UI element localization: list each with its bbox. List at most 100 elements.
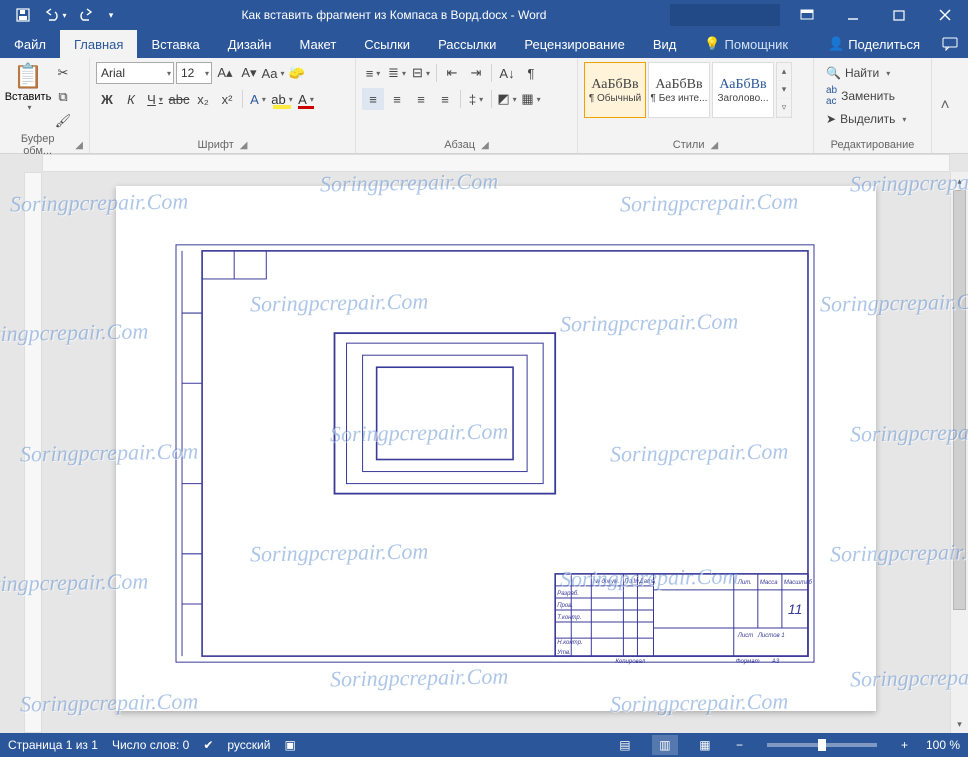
tab-insert[interactable]: Вставка bbox=[137, 30, 213, 58]
share-button[interactable]: 👤 Поделиться bbox=[816, 30, 932, 58]
subscript-button[interactable]: x₂ bbox=[192, 88, 214, 110]
shrink-font-button[interactable]: A▾ bbox=[238, 62, 260, 84]
style-scroll-down[interactable]: ▾ bbox=[777, 81, 791, 99]
font-name-combo[interactable]: Arial▾ bbox=[96, 62, 174, 84]
close-button[interactable] bbox=[922, 0, 968, 30]
zoom-in-button[interactable]: + bbox=[897, 738, 912, 752]
svg-text:Подп.: Подп. bbox=[624, 579, 640, 585]
svg-text:Лит.: Лит. bbox=[737, 580, 752, 586]
superscript-button[interactable]: x² bbox=[216, 88, 238, 110]
style-normal[interactable]: АаБбВв ¶ Обычный bbox=[584, 62, 646, 118]
copy-button[interactable]: ⧉ bbox=[52, 86, 74, 108]
web-layout-button[interactable]: ▦ bbox=[692, 735, 718, 755]
font-color-button[interactable]: А▾ bbox=[295, 88, 317, 110]
tell-me-input[interactable]: 💡 Помощник bbox=[690, 30, 802, 58]
shading-button[interactable]: ◩▾ bbox=[496, 88, 518, 110]
clipboard-dialog-launcher[interactable]: ◢ bbox=[75, 140, 83, 151]
svg-text:Масштаб: Масштаб bbox=[784, 580, 813, 586]
paste-button[interactable]: 📋 Вставить ▾ bbox=[6, 62, 50, 112]
tab-view[interactable]: Вид bbox=[639, 30, 691, 58]
text-effects-button[interactable]: A▾ bbox=[247, 88, 269, 110]
account-badge[interactable] bbox=[670, 4, 780, 26]
styles-dialog-launcher[interactable]: ◢ bbox=[711, 140, 719, 151]
editing-group-label: Редактирование bbox=[831, 139, 915, 151]
strikethrough-button[interactable]: abc bbox=[168, 88, 190, 110]
scroll-down[interactable]: ▾ bbox=[951, 715, 968, 733]
replace-button[interactable]: abacЗаменить bbox=[820, 85, 912, 107]
highlight-button[interactable]: ab▾ bbox=[271, 88, 293, 110]
align-left-button[interactable]: ≡ bbox=[362, 88, 384, 110]
tab-layout[interactable]: Макет bbox=[285, 30, 350, 58]
style-scroll-up[interactable]: ▴ bbox=[777, 63, 791, 81]
tab-references[interactable]: Ссылки bbox=[350, 30, 424, 58]
align-center-button[interactable]: ≡ bbox=[386, 88, 408, 110]
vertical-ruler[interactable] bbox=[24, 172, 42, 733]
bold-button[interactable]: Ж bbox=[96, 88, 118, 110]
show-hide-button[interactable]: ¶ bbox=[520, 62, 542, 84]
tab-home[interactable]: Главная bbox=[60, 30, 137, 58]
read-mode-button[interactable]: ▤ bbox=[612, 735, 638, 755]
clear-formatting-button[interactable]: 🧽 bbox=[286, 62, 308, 84]
zoom-out-button[interactable]: − bbox=[732, 738, 747, 752]
tab-review[interactable]: Рецензирование bbox=[510, 30, 638, 58]
style-gallery[interactable]: АаБбВв ¶ Обычный АаБбВв ¶ Без инте... Аа… bbox=[584, 62, 792, 118]
bullets-button[interactable]: ≡▾ bbox=[362, 62, 384, 84]
page-status[interactable]: Страница 1 из 1 bbox=[8, 738, 98, 752]
spellcheck-icon[interactable]: ✔ bbox=[203, 738, 213, 752]
embedded-drawing[interactable]: № докум. Подп. Дата Разраб. Пров. Т.конт… bbox=[174, 241, 816, 666]
redo-button[interactable] bbox=[72, 1, 102, 29]
scroll-thumb[interactable] bbox=[953, 190, 966, 610]
maximize-button[interactable] bbox=[876, 0, 922, 30]
style-expand[interactable]: ▿ bbox=[777, 99, 791, 117]
increase-indent-button[interactable]: ⇥ bbox=[465, 62, 487, 84]
save-button[interactable] bbox=[8, 1, 38, 29]
multilevel-list-button[interactable]: ⊟▾ bbox=[410, 62, 432, 84]
find-button[interactable]: 🔍Найти▾ bbox=[820, 62, 912, 84]
tab-file[interactable]: Файл bbox=[0, 30, 60, 58]
numbering-button[interactable]: ≣▾ bbox=[386, 62, 408, 84]
align-right-button[interactable]: ≡ bbox=[410, 88, 432, 110]
qat-customize[interactable]: ▾ bbox=[104, 1, 118, 29]
vertical-scrollbar[interactable]: ▴ ▾ bbox=[950, 172, 968, 733]
justify-button[interactable]: ≡ bbox=[434, 88, 456, 110]
undo-button[interactable]: ▾ bbox=[40, 1, 70, 29]
svg-text:№ докум.: № докум. bbox=[593, 578, 619, 585]
line-spacing-button[interactable]: ‡▾ bbox=[465, 88, 487, 110]
select-label: Выделить bbox=[840, 112, 895, 126]
select-button[interactable]: ➤Выделить▾ bbox=[820, 108, 912, 130]
minimize-button[interactable] bbox=[830, 0, 876, 30]
font-size-combo[interactable]: 12▾ bbox=[176, 62, 212, 84]
format-painter-button[interactable]: 🖌 bbox=[52, 110, 74, 132]
borders-button[interactable]: ▦▾ bbox=[520, 88, 542, 110]
svg-text:11: 11 bbox=[788, 601, 803, 617]
tell-me-label: Помощник bbox=[725, 37, 789, 52]
collapse-ribbon-button[interactable]: ˄ bbox=[932, 58, 958, 153]
change-case-button[interactable]: Aa▾ bbox=[262, 62, 284, 84]
sort-button[interactable]: A↓ bbox=[496, 62, 518, 84]
paragraph-dialog-launcher[interactable]: ◢ bbox=[481, 140, 489, 151]
language-status[interactable]: русский bbox=[227, 738, 270, 752]
style-nospacing[interactable]: АаБбВв ¶ Без инте... bbox=[648, 62, 710, 118]
macro-record-icon[interactable]: ▣ bbox=[284, 738, 295, 752]
italic-button[interactable]: К bbox=[120, 88, 142, 110]
underline-button[interactable]: Ч▾ bbox=[144, 88, 166, 110]
cut-button[interactable]: ✂ bbox=[52, 62, 74, 84]
replace-label: Заменить bbox=[841, 89, 895, 103]
scroll-up[interactable]: ▴ bbox=[951, 172, 968, 190]
zoom-level[interactable]: 100 % bbox=[926, 738, 960, 752]
grow-font-button[interactable]: A▴ bbox=[214, 62, 236, 84]
decrease-indent-button[interactable]: ⇤ bbox=[441, 62, 463, 84]
document-viewport[interactable]: № докум. Подп. Дата Разраб. Пров. Т.конт… bbox=[42, 172, 950, 733]
find-label: Найти bbox=[845, 66, 879, 80]
svg-text:А3: А3 bbox=[771, 659, 780, 665]
comments-button[interactable] bbox=[932, 30, 968, 58]
zoom-slider[interactable] bbox=[767, 743, 877, 747]
tab-mailings[interactable]: Рассылки bbox=[424, 30, 510, 58]
style-heading1[interactable]: АаБбВв Заголово... bbox=[712, 62, 774, 118]
tab-design[interactable]: Дизайн bbox=[214, 30, 286, 58]
word-count[interactable]: Число слов: 0 bbox=[112, 738, 189, 752]
print-layout-button[interactable]: ▥ bbox=[652, 735, 678, 755]
ribbon-display-options[interactable] bbox=[784, 0, 830, 30]
font-dialog-launcher[interactable]: ◢ bbox=[240, 140, 248, 151]
horizontal-ruler[interactable] bbox=[42, 154, 950, 172]
